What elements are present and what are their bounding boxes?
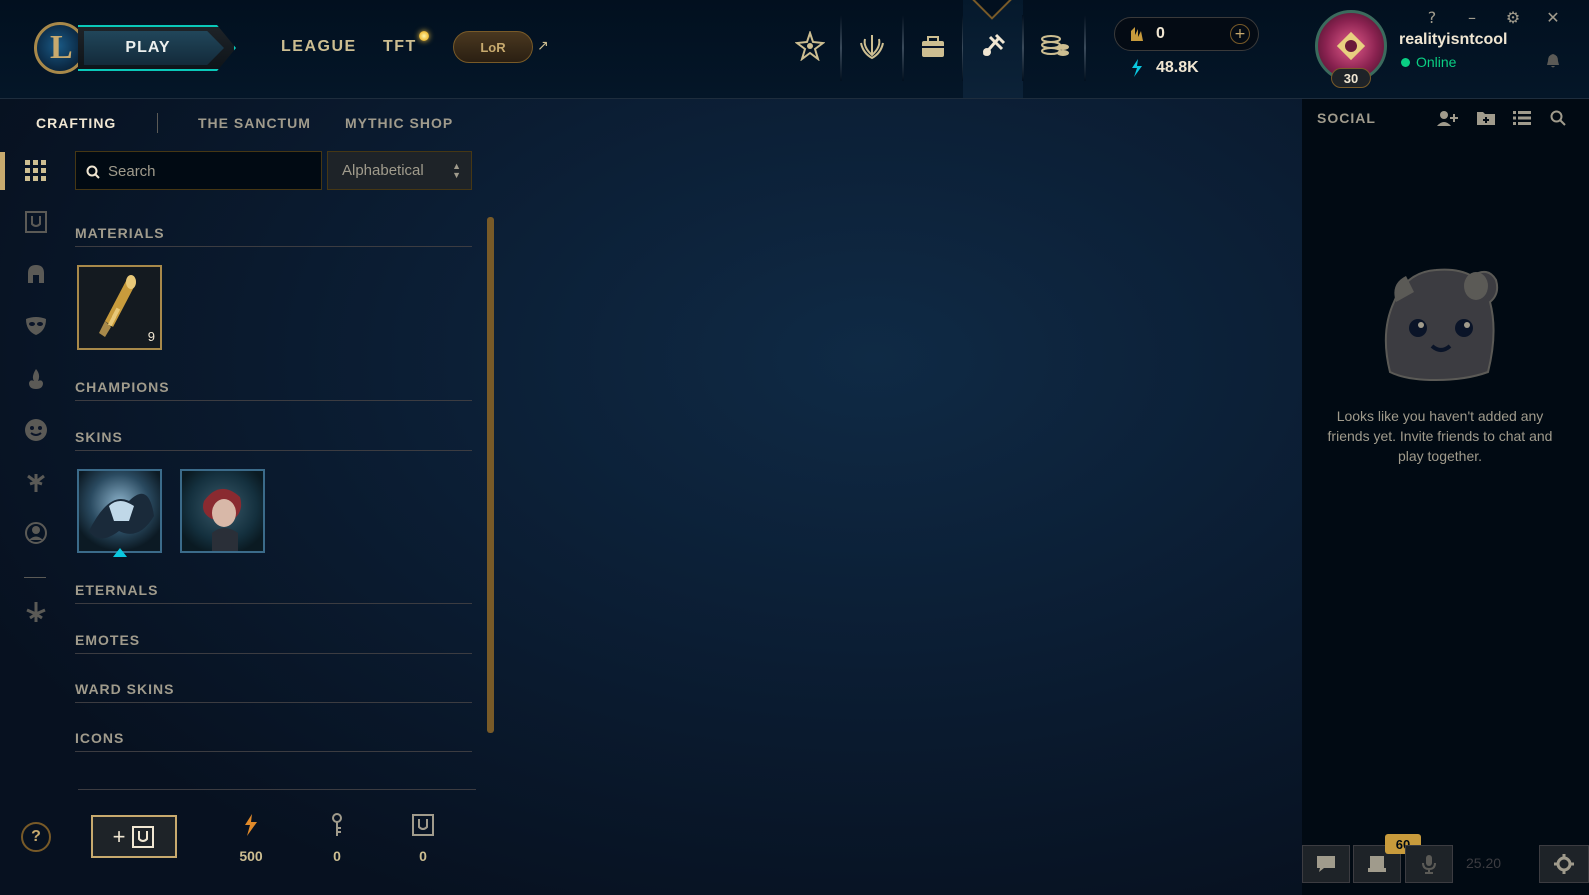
skin-shard-art bbox=[182, 471, 263, 551]
eternals-flame-icon[interactable] bbox=[22, 365, 50, 393]
blue-essence-icon bbox=[1128, 58, 1146, 82]
add-friend-icon[interactable] bbox=[1436, 108, 1460, 128]
external-link-icon: ↗ bbox=[537, 38, 549, 54]
voice-button[interactable] bbox=[1405, 845, 1453, 883]
currency-store-icon[interactable] bbox=[1037, 28, 1073, 64]
skin-rarity-icon bbox=[113, 548, 127, 557]
orange-essence-icon bbox=[239, 812, 263, 838]
settings-gear-icon[interactable]: ⚙ bbox=[1502, 6, 1524, 28]
orange-essence-count: 500 bbox=[239, 848, 263, 864]
lor-launch-button[interactable]: LoR bbox=[453, 31, 533, 63]
list-view-icon[interactable] bbox=[1510, 108, 1534, 128]
buy-rp-button[interactable]: + bbox=[1230, 24, 1250, 44]
rail-divider bbox=[24, 577, 46, 578]
gear-icon bbox=[1554, 854, 1574, 874]
nav-divider bbox=[1084, 15, 1086, 81]
loot-icon[interactable] bbox=[975, 28, 1011, 64]
nav-divider bbox=[902, 15, 904, 81]
category-icons[interactable]: ICONS bbox=[75, 728, 472, 752]
hextech-key-fragment-item[interactable]: 9 bbox=[77, 265, 162, 350]
add-chest-button[interactable]: + bbox=[91, 815, 177, 858]
social-panel bbox=[1302, 99, 1589, 895]
tab-crafting[interactable]: CRAFTING bbox=[36, 115, 116, 131]
help-icon[interactable]: ? bbox=[1421, 6, 1443, 28]
ranked-icon[interactable] bbox=[792, 28, 828, 64]
champion-helmet-icon[interactable] bbox=[22, 261, 50, 289]
client-window: L PLAY LEAGUE TFT LoR ↗ 0 + 48.8K 30 rea… bbox=[0, 0, 1589, 895]
misc-loot-icon[interactable] bbox=[22, 598, 50, 626]
chevron-updown-icon: ▲ ▼ bbox=[452, 161, 461, 180]
nav-divider bbox=[1022, 15, 1024, 81]
category-ward-skins[interactable]: WARD SKINS bbox=[75, 679, 472, 703]
summoner-icon-filter-icon[interactable] bbox=[22, 519, 50, 547]
tab-mythic-shop[interactable]: MYTHIC SHOP bbox=[345, 115, 453, 131]
missions-icon bbox=[1368, 856, 1386, 872]
close-icon[interactable]: ✕ bbox=[1542, 6, 1564, 28]
play-button[interactable]: PLAY bbox=[78, 25, 236, 71]
lor-label: LoR bbox=[480, 39, 506, 55]
blue-essence-value: 48.8K bbox=[1156, 59, 1199, 76]
collection-icon[interactable] bbox=[915, 28, 951, 64]
status-online-icon bbox=[1401, 58, 1410, 67]
chests-count: 0 bbox=[419, 848, 427, 864]
tft-notification-dot bbox=[419, 31, 429, 41]
level-badge: 30 bbox=[1331, 68, 1371, 88]
add-folder-icon[interactable] bbox=[1474, 108, 1498, 128]
sort-dropdown-value: Alphabetical bbox=[342, 162, 424, 179]
search-friends-icon[interactable] bbox=[1546, 108, 1570, 128]
notifications-bell-icon[interactable] bbox=[1544, 52, 1562, 70]
chat-button[interactable] bbox=[1302, 845, 1350, 883]
all-items-grid-icon[interactable] bbox=[22, 157, 50, 185]
status-text[interactable]: Online bbox=[1416, 54, 1456, 70]
category-emotes[interactable]: EMOTES bbox=[75, 630, 472, 654]
search-icon bbox=[86, 164, 102, 180]
rail-active-indicator bbox=[0, 152, 5, 190]
search-input[interactable] bbox=[108, 160, 308, 182]
category-skins[interactable]: SKINS bbox=[75, 427, 472, 451]
poro-empty-illustration bbox=[1376, 262, 1502, 384]
social-title: SOCIAL bbox=[1317, 110, 1376, 126]
key-fragment-count: 9 bbox=[147, 329, 155, 344]
skin-shard-art bbox=[79, 471, 160, 551]
chest-icon bbox=[132, 825, 155, 848]
footer-divider bbox=[78, 789, 476, 790]
minimize-icon[interactable]: – bbox=[1461, 6, 1483, 28]
loot-search-field[interactable] bbox=[75, 151, 322, 190]
chest-filter-icon[interactable] bbox=[22, 208, 50, 236]
category-materials[interactable]: MATERIALS bbox=[75, 223, 472, 247]
chat-icon bbox=[1317, 856, 1335, 872]
riot-points-icon bbox=[1128, 25, 1146, 47]
nav-divider bbox=[840, 15, 842, 81]
chest-icon bbox=[411, 812, 435, 838]
category-eternals[interactable]: ETERNALS bbox=[75, 580, 472, 604]
loot-help-button[interactable]: ? bbox=[21, 822, 51, 852]
ward-skin-icon[interactable] bbox=[22, 468, 50, 496]
sort-dropdown[interactable]: Alphabetical ▲ ▼ bbox=[327, 151, 472, 190]
no-friends-message: Looks like you haven't added any friends… bbox=[1327, 408, 1553, 464]
key-icon bbox=[325, 812, 349, 838]
category-champions[interactable]: CHAMPIONS bbox=[75, 377, 472, 401]
client-version: 25.20 bbox=[1466, 855, 1502, 871]
store-icon[interactable] bbox=[854, 28, 890, 64]
subnav-divider bbox=[157, 113, 158, 133]
add-chest-label: + bbox=[112, 823, 126, 849]
patcher-button[interactable] bbox=[1539, 845, 1589, 883]
summoner-name[interactable]: realityisntcool bbox=[1399, 31, 1507, 49]
skin-shard-item[interactable] bbox=[180, 469, 265, 553]
rp-value: 0 bbox=[1156, 25, 1165, 42]
keys-count: 0 bbox=[333, 848, 341, 864]
skin-shard-item[interactable] bbox=[77, 469, 162, 557]
microphone-icon bbox=[1422, 855, 1436, 874]
emote-face-icon[interactable] bbox=[22, 416, 50, 444]
tab-the-sanctum[interactable]: THE SANCTUM bbox=[198, 115, 311, 131]
loot-scrollbar[interactable] bbox=[487, 217, 494, 733]
nav-league-tab[interactable]: LEAGUE bbox=[281, 38, 357, 56]
skin-mask-icon[interactable] bbox=[22, 312, 50, 340]
nav-tft-tab[interactable]: TFT bbox=[383, 38, 417, 56]
